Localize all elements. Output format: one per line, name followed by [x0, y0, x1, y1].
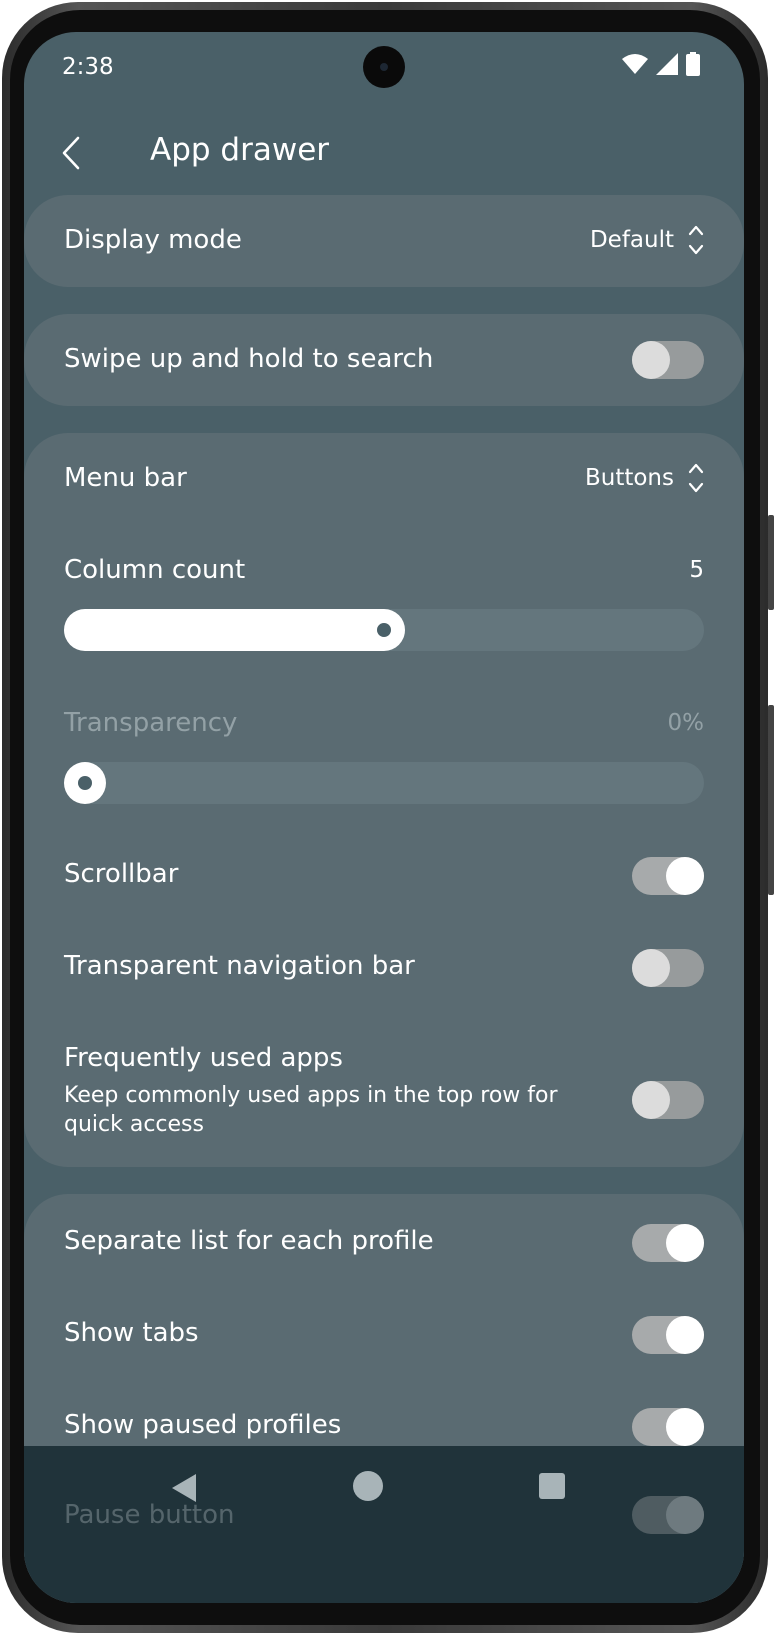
- display-mode-card[interactable]: Display mode Default: [24, 195, 744, 287]
- toggle-thumb: [632, 1081, 670, 1119]
- screen: 2:38 App drawer Display mode Default Swi…: [24, 32, 744, 1603]
- back-arrow-icon: [62, 136, 80, 170]
- toggle-thumb: [666, 1224, 704, 1262]
- frequent-apps-row[interactable]: Frequently used apps Keep commonly used …: [64, 1043, 704, 1143]
- unfold-icon: [688, 463, 704, 493]
- swipe-search-row[interactable]: Swipe up and hold to search: [64, 314, 704, 406]
- frequent-apps-description: Keep commonly used apps in the top row f…: [64, 1083, 558, 1137]
- menu-bar-label: Menu bar: [64, 463, 187, 493]
- show-paused-row[interactable]: Show paused profiles: [64, 1402, 704, 1452]
- status-time: 2:38: [62, 54, 114, 80]
- swipe-search-toggle[interactable]: [632, 341, 704, 379]
- power-button: [768, 705, 774, 895]
- column-count-slider[interactable]: [64, 609, 704, 651]
- toggle-thumb: [632, 949, 670, 987]
- transparent-nav-label: Transparent navigation bar: [64, 951, 415, 981]
- signal-icon: [656, 53, 678, 75]
- pause-button-toggle[interactable]: [632, 1496, 704, 1534]
- display-mode-dropdown[interactable]: Default: [590, 223, 704, 257]
- recents-square-icon: [539, 1473, 565, 1499]
- transparency-value: 0%: [667, 710, 705, 736]
- scrollbar-label: Scrollbar: [64, 859, 179, 889]
- show-paused-label: Show paused profiles: [64, 1410, 342, 1440]
- wifi-icon: [622, 54, 648, 74]
- slider-fill: [64, 609, 405, 651]
- show-tabs-label: Show tabs: [64, 1318, 199, 1348]
- separate-list-toggle[interactable]: [632, 1224, 704, 1262]
- transparent-nav-row[interactable]: Transparent navigation bar: [64, 943, 704, 993]
- toggle-thumb: [666, 1408, 704, 1446]
- scrollbar-toggle[interactable]: [632, 857, 704, 895]
- display-mode-value: Default: [589, 227, 674, 253]
- transparency-row: Transparency 0%: [64, 704, 704, 814]
- display-mode-row[interactable]: Display mode Default: [64, 195, 704, 287]
- toggle-thumb: [632, 341, 670, 379]
- status-bar: 2:38: [24, 32, 744, 100]
- show-paused-toggle[interactable]: [632, 1408, 704, 1446]
- unfold-icon: [688, 225, 704, 255]
- toggle-thumb: [666, 1316, 704, 1354]
- transparency-slider[interactable]: [64, 762, 704, 804]
- swipe-search-label: Swipe up and hold to search: [64, 344, 434, 374]
- column-count-label: Column count: [64, 555, 246, 585]
- toggle-thumb: [666, 1496, 704, 1534]
- pause-button-label: Pause button: [64, 1500, 235, 1530]
- drawer-settings-card: Menu bar Buttons Column count 5 Transpar…: [24, 433, 744, 1167]
- menu-bar-value: Buttons: [584, 465, 674, 491]
- slider-handle[interactable]: [64, 762, 106, 804]
- separate-list-row[interactable]: Separate list for each profile: [64, 1218, 704, 1268]
- menu-bar-row[interactable]: Menu bar Buttons: [64, 433, 704, 525]
- show-tabs-row[interactable]: Show tabs: [64, 1310, 704, 1360]
- display-mode-label: Display mode: [64, 225, 242, 255]
- slider-thumb-dot[interactable]: [377, 623, 391, 637]
- separate-list-label: Separate list for each profile: [64, 1226, 434, 1256]
- home-circle-icon: [353, 1471, 383, 1501]
- swipe-search-card[interactable]: Swipe up and hold to search: [24, 314, 744, 406]
- transparency-label: Transparency: [64, 708, 238, 738]
- nav-recents-button[interactable]: [538, 1472, 566, 1500]
- phone-device: 2:38 App drawer Display mode Default Swi…: [0, 0, 774, 1637]
- menu-bar-dropdown[interactable]: Buttons: [585, 461, 704, 495]
- app-bar: App drawer: [24, 118, 744, 188]
- toggle-thumb: [666, 857, 704, 895]
- transparent-nav-toggle[interactable]: [632, 949, 704, 987]
- scrollbar-row[interactable]: Scrollbar: [64, 851, 704, 901]
- front-camera: [363, 46, 405, 88]
- column-count-row: Column count 5: [64, 551, 704, 661]
- battery-icon: [686, 52, 700, 76]
- volume-button: [768, 515, 774, 610]
- page-title: App drawer: [150, 132, 330, 168]
- back-button[interactable]: [52, 126, 104, 178]
- frequent-apps-label: Frequently used apps: [64, 1043, 343, 1073]
- status-icons: [622, 52, 700, 76]
- show-tabs-toggle[interactable]: [632, 1316, 704, 1354]
- frequent-apps-toggle[interactable]: [632, 1081, 704, 1119]
- column-count-value: 5: [689, 557, 704, 583]
- nav-home-button[interactable]: [352, 1470, 384, 1502]
